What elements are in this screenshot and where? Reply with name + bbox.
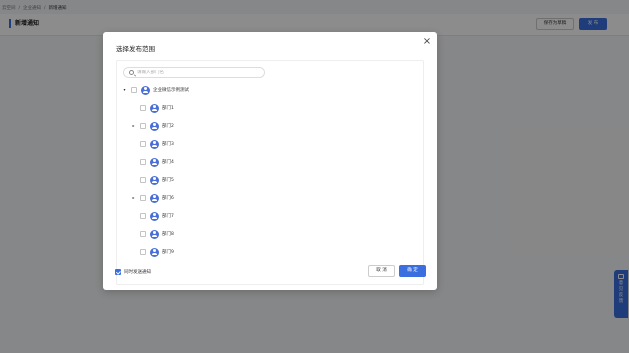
tree-node-label: 部门4 [162, 160, 174, 165]
tree-node-checkbox[interactable] [140, 195, 146, 201]
tree-node[interactable]: ▾ 企业微信示例测试 [122, 84, 189, 96]
confirm-button[interactable]: 确 定 [399, 265, 426, 277]
tree-node-checkbox[interactable] [140, 105, 146, 111]
tree-node-checkbox[interactable] [140, 213, 146, 219]
caret-down-icon[interactable]: ▾ [122, 84, 127, 96]
tree-node-checkbox[interactable] [140, 141, 146, 147]
department-icon [150, 103, 159, 113]
caret-spacer [131, 228, 136, 240]
search-icon [129, 70, 134, 75]
close-icon[interactable]: × [421, 36, 433, 48]
tree-node[interactable]: 部门7 [131, 210, 174, 222]
tree-node-label: 部门2 [162, 124, 174, 129]
department-icon [150, 139, 159, 149]
tree-node[interactable]: 部门9 [131, 246, 174, 258]
tree-node[interactable]: 部门1 [131, 102, 174, 114]
department-icon [150, 229, 159, 239]
tree-node-checkbox[interactable] [140, 249, 146, 255]
caret-spacer [131, 156, 136, 168]
search-box[interactable] [123, 67, 265, 78]
tree-node-checkbox[interactable] [140, 231, 146, 237]
department-icon [150, 193, 159, 203]
tree-node-checkbox[interactable] [140, 159, 146, 165]
department-icon [150, 211, 159, 221]
caret-spacer [131, 246, 136, 258]
department-icon [150, 247, 159, 257]
department-tree-panel: ▾ 企业微信示例测试部门1 ▸ 部门2 部门3 部门4 部门5 ▸ 部门6 部门7 部门8 部门9 [116, 60, 424, 285]
notify-label: 同时发送通知 [124, 270, 151, 275]
tree-node-label: 部门7 [162, 214, 174, 219]
tree-node-label: 部门9 [162, 250, 174, 255]
tree-node-checkbox[interactable] [140, 123, 146, 129]
caret-spacer [131, 102, 136, 114]
tree-node-label: 部门1 [162, 106, 174, 111]
caret-right-icon[interactable]: ▸ [131, 120, 136, 132]
dialog-title: 选择发布范围 [116, 45, 155, 53]
tree-node[interactable]: 部门8 [131, 228, 174, 240]
tree-node[interactable]: ▸ 部门2 [131, 120, 174, 132]
tree-node-label: 部门5 [162, 178, 174, 183]
caret-spacer [131, 138, 136, 150]
tree-node-checkbox[interactable] [140, 177, 146, 183]
tree-node-label: 部门3 [162, 142, 174, 147]
caret-spacer [131, 174, 136, 186]
department-icon [150, 157, 159, 167]
tree-node[interactable]: 部门4 [131, 156, 174, 168]
department-search-input[interactable] [137, 70, 257, 75]
department-icon [150, 121, 159, 131]
department-icon [141, 85, 150, 95]
cancel-button[interactable]: 取 消 [368, 265, 395, 277]
tree-node-checkbox[interactable] [131, 87, 137, 93]
department-icon [150, 175, 159, 185]
select-scope-dialog: 选择发布范围 × ▾ 企业微信示例测试部门1 ▸ 部门2 部门3 部门4 部门5 ▸ 部门6 部门… [103, 32, 437, 290]
caret-spacer [131, 210, 136, 222]
tree-node[interactable]: 部门3 [131, 138, 174, 150]
tree-node[interactable]: ▸ 部门6 [131, 192, 174, 204]
tree-node-label: 部门8 [162, 232, 174, 237]
caret-right-icon[interactable]: ▸ [131, 192, 136, 204]
tree-node[interactable]: 部门5 [131, 174, 174, 186]
notify-option[interactable]: 同时发送通知 [115, 269, 151, 275]
tree-node-label: 部门6 [162, 196, 174, 201]
tree-node-label: 企业微信示例测试 [153, 88, 189, 93]
notify-checkbox[interactable] [115, 269, 121, 275]
